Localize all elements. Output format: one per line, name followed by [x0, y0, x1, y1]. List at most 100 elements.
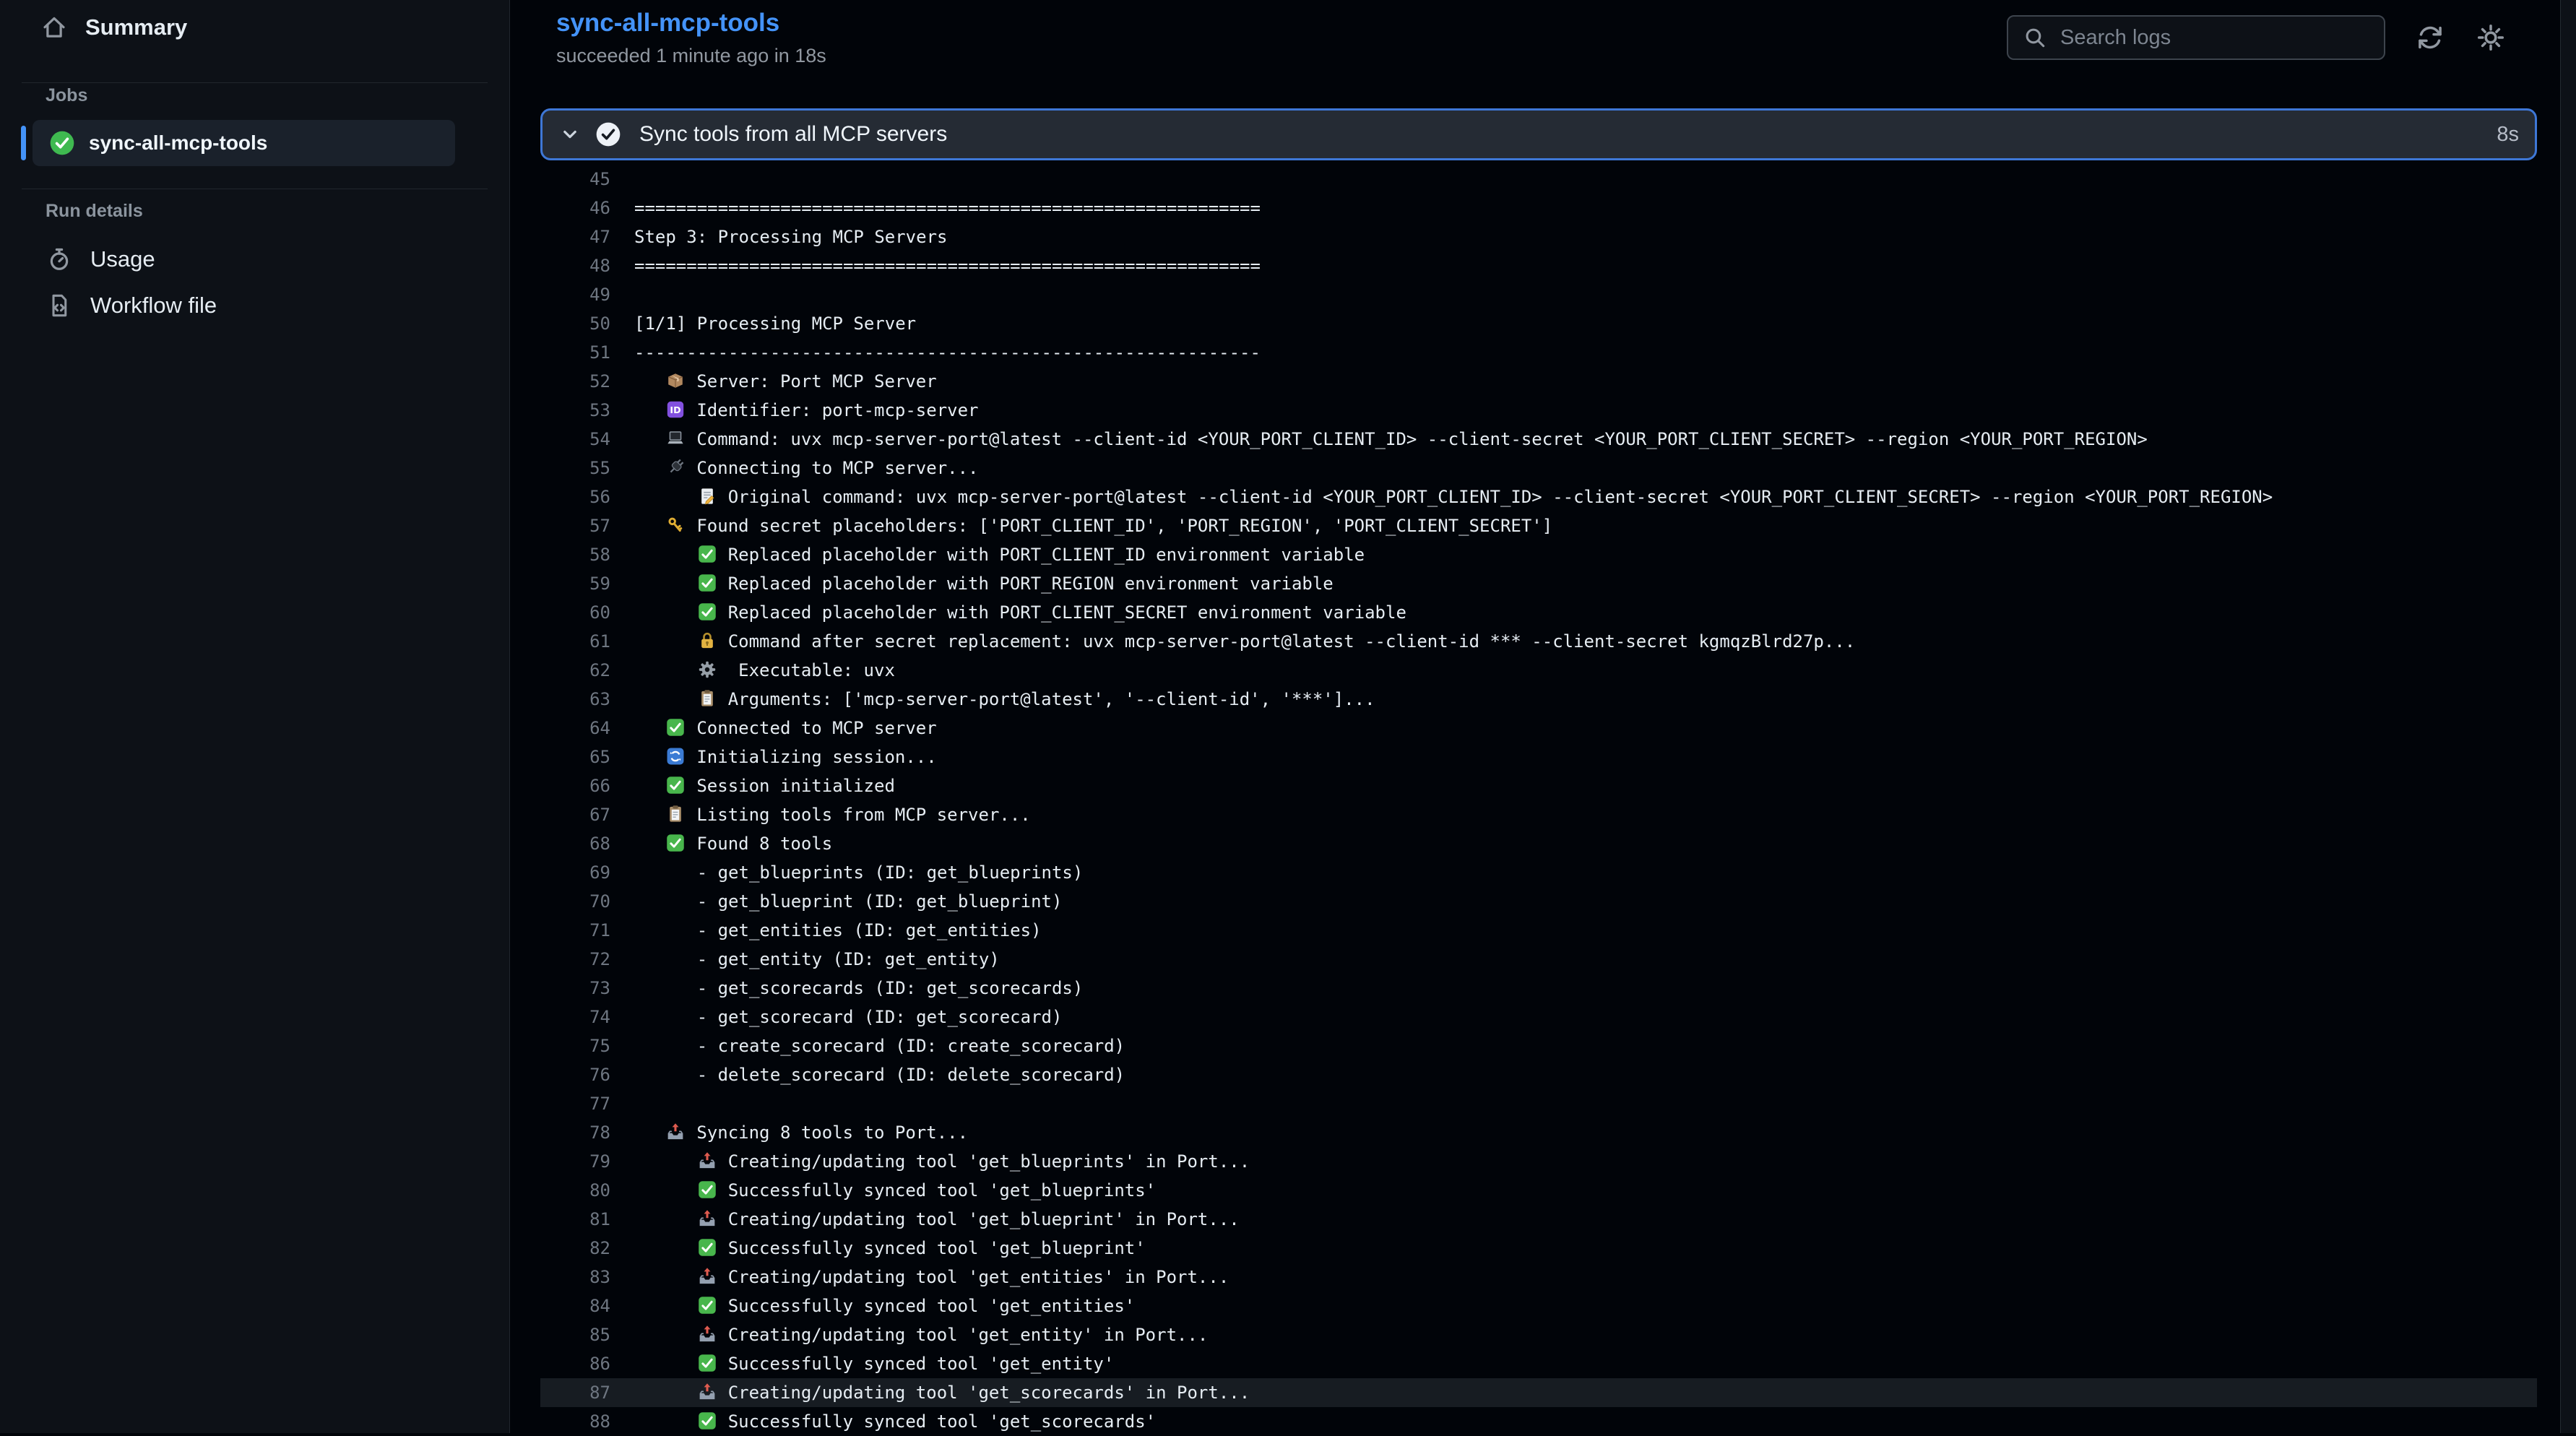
- log-line-text: Replaced placeholder with PORT_CLIENT_ID…: [634, 540, 1365, 569]
- step-header[interactable]: Sync tools from all MCP servers 8s: [540, 108, 2537, 160]
- log-line-number[interactable]: 56: [540, 483, 610, 511]
- log-line-number[interactable]: 84: [540, 1292, 610, 1320]
- log-line-number[interactable]: 50: [540, 309, 610, 338]
- job-name: sync-all-mcp-tools: [89, 131, 267, 155]
- log-line-number[interactable]: 49: [540, 280, 610, 309]
- search-input[interactable]: [2059, 25, 2369, 51]
- log-line-number[interactable]: 77: [540, 1089, 610, 1118]
- log-line-text: - get_entity (ID: get_entity): [634, 945, 1000, 974]
- gear-icon[interactable]: [2475, 22, 2507, 53]
- sidebar-item-job[interactable]: sync-all-mcp-tools: [33, 120, 455, 166]
- log-line-text: Creating/updating tool 'get_blueprint' i…: [634, 1205, 1240, 1234]
- log-line-number[interactable]: 83: [540, 1263, 610, 1292]
- gear-icon: [697, 659, 717, 680]
- log-line-text: Replaced placeholder with PORT_REGION en…: [634, 569, 1334, 598]
- log-line-number[interactable]: 87: [540, 1378, 610, 1407]
- log-line-text: Command: uvx mcp-server-port@latest --cl…: [634, 425, 2148, 454]
- log-line: 47 Step 3: Processing MCP Servers: [540, 222, 2537, 251]
- log-line-number[interactable]: 66: [540, 771, 610, 800]
- selected-job-accent-bar: [21, 126, 26, 160]
- log-line-text: Arguments: ['mcp-server-port@latest', '-…: [634, 685, 1375, 714]
- log-line-number[interactable]: 54: [540, 425, 610, 454]
- log-line-number[interactable]: 59: [540, 569, 610, 598]
- log-line-number[interactable]: 69: [540, 858, 610, 887]
- search-box[interactable]: [2007, 15, 2385, 60]
- log-line: 82 Successfully synced tool 'get_bluepri…: [540, 1234, 2537, 1263]
- check-icon: [665, 833, 686, 853]
- log-line-number[interactable]: 76: [540, 1060, 610, 1089]
- log-line-number[interactable]: 45: [540, 165, 610, 194]
- log-line: 48======================================…: [540, 251, 2537, 280]
- log-line: 80 Successfully synced tool 'get_bluepri…: [540, 1176, 2537, 1205]
- log-line-number[interactable]: 79: [540, 1147, 610, 1176]
- log-line: 70 - get_blueprint (ID: get_blueprint): [540, 887, 2537, 916]
- log-line-text: - get_scorecard (ID: get_scorecard): [634, 1003, 1062, 1031]
- log-line-text: Listing tools from MCP server...: [634, 800, 1031, 829]
- sidebar-item-summary[interactable]: Summary: [40, 9, 187, 46]
- log-line-number[interactable]: 47: [540, 222, 610, 251]
- log-line-number[interactable]: 74: [540, 1003, 610, 1031]
- log-line-number[interactable]: 75: [540, 1031, 610, 1060]
- log-line-number[interactable]: 67: [540, 800, 610, 829]
- log-line: 78 Syncing 8 tools to Port...: [540, 1118, 2537, 1147]
- log-line-number[interactable]: 48: [540, 251, 610, 280]
- run-status-subtitle: succeeded 1 minute ago in 18s: [556, 45, 826, 67]
- sidebar-divider: [22, 82, 488, 83]
- log-line-number[interactable]: 78: [540, 1118, 610, 1147]
- log-line-text: Successfully synced tool 'get_blueprint': [634, 1234, 1146, 1263]
- log-line-number[interactable]: 65: [540, 743, 610, 771]
- main-content: sync-all-mcp-tools succeeded 1 minute ag…: [511, 0, 2561, 1433]
- log-line: 81 Creating/updating tool 'get_blueprint…: [540, 1205, 2537, 1234]
- log-line-number[interactable]: 81: [540, 1205, 610, 1234]
- laptop-icon: [665, 428, 686, 449]
- log-line-number[interactable]: 46: [540, 194, 610, 222]
- log-line-text: [1/1] Processing MCP Server: [634, 309, 916, 338]
- refresh-button[interactable]: [2414, 22, 2446, 53]
- scrollbar-track[interactable]: [2560, 0, 2576, 1433]
- log-line-text: Command after secret replacement: uvx mc…: [634, 627, 1855, 656]
- log-line-number[interactable]: 72: [540, 945, 610, 974]
- log-line-number[interactable]: 70: [540, 887, 610, 916]
- log-line-number[interactable]: 60: [540, 598, 610, 627]
- log-line-number[interactable]: 61: [540, 627, 610, 656]
- log-line-number[interactable]: 64: [540, 714, 610, 743]
- log-line-number[interactable]: 62: [540, 656, 610, 685]
- log-line-number[interactable]: 51: [540, 338, 610, 367]
- log-line-number[interactable]: 52: [540, 367, 610, 396]
- log-line-text: Original command: uvx mcp-server-port@la…: [634, 483, 2273, 511]
- log-line-text: Found secret placeholders: ['PORT_CLIENT…: [634, 511, 1552, 540]
- log-line-number[interactable]: 82: [540, 1234, 610, 1263]
- log-line-number[interactable]: 80: [540, 1176, 610, 1205]
- page-title[interactable]: sync-all-mcp-tools: [556, 9, 779, 38]
- package-icon: [665, 371, 686, 391]
- sidebar-item-usage[interactable]: Usage: [46, 241, 155, 278]
- sidebar-item-workflow-file[interactable]: Workflow file: [46, 287, 217, 324]
- log-line: 57 Found secret placeholders: ['PORT_CLI…: [540, 511, 2537, 540]
- log-line-text: Step 3: Processing MCP Servers: [634, 222, 947, 251]
- log-line-number[interactable]: 71: [540, 916, 610, 945]
- log-line-number[interactable]: 57: [540, 511, 610, 540]
- log-line-text: Replaced placeholder with PORT_CLIENT_SE…: [634, 598, 1406, 627]
- log-line-number[interactable]: 68: [540, 829, 610, 858]
- stopwatch-icon: [46, 246, 73, 273]
- sidebar-section-jobs: Jobs: [46, 85, 87, 106]
- log-line: 60 Replaced placeholder with PORT_CLIENT…: [540, 598, 2537, 627]
- log-line-number[interactable]: 88: [540, 1407, 610, 1436]
- log-line-number[interactable]: 86: [540, 1349, 610, 1378]
- log-line-number[interactable]: 58: [540, 540, 610, 569]
- home-icon: [40, 14, 68, 41]
- log-line: 87 Creating/updating tool 'get_scorecard…: [540, 1378, 2537, 1407]
- chevron-down-icon[interactable]: [558, 123, 582, 146]
- log-line: 58 Replaced placeholder with PORT_CLIENT…: [540, 540, 2537, 569]
- outbox-icon: [665, 1122, 686, 1142]
- log-line-number[interactable]: 55: [540, 454, 610, 483]
- log-line-number[interactable]: 73: [540, 974, 610, 1003]
- check-icon: [697, 544, 717, 564]
- log-line-number[interactable]: 53: [540, 396, 610, 425]
- check-icon: [697, 573, 717, 593]
- log-line-number[interactable]: 63: [540, 685, 610, 714]
- log-toolbar: [2007, 14, 2507, 61]
- clipboard-icon: [665, 804, 686, 824]
- log-line-number[interactable]: 85: [540, 1320, 610, 1349]
- log-line: 56 Original command: uvx mcp-server-port…: [540, 483, 2537, 511]
